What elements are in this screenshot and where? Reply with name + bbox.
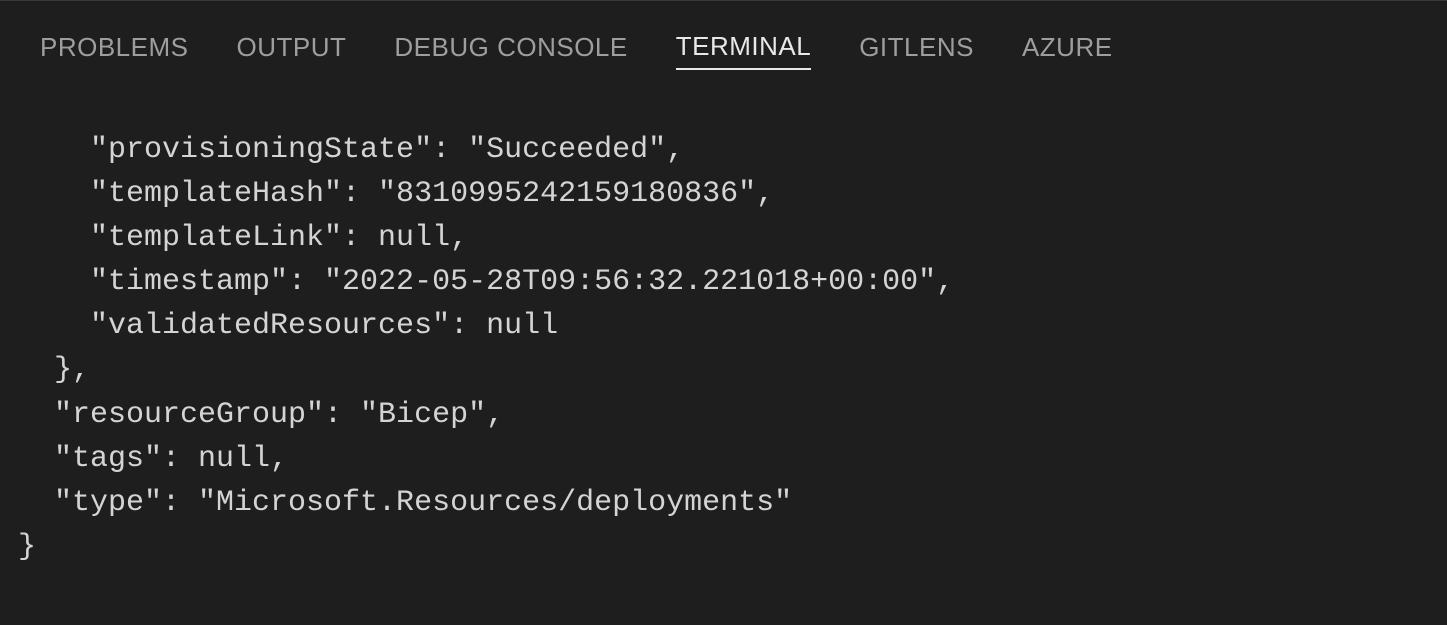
tab-azure[interactable]: AZURE	[1022, 32, 1113, 69]
tab-debug-console[interactable]: DEBUG CONSOLE	[394, 32, 627, 69]
terminal-line: "timestamp": "2022-05-28T09:56:32.221018…	[18, 265, 954, 299]
terminal-line: },	[18, 353, 90, 387]
terminal-line: "templateLink": null,	[18, 221, 468, 255]
terminal-line: "provisioningState": "Succeeded",	[18, 133, 684, 167]
terminal-line: "tags": null,	[18, 442, 288, 476]
terminal-line: "resourceGroup": "Bicep",	[18, 398, 504, 432]
tab-gitlens[interactable]: GITLENS	[859, 32, 974, 69]
terminal-line: "validatedResources": null	[18, 309, 558, 343]
tab-problems[interactable]: PROBLEMS	[40, 32, 189, 69]
terminal-line: }	[18, 530, 36, 564]
terminal-line: "templateHash": "8310995242159180836",	[18, 177, 774, 211]
tab-output[interactable]: OUTPUT	[237, 32, 347, 69]
terminal-line: "type": "Microsoft.Resources/deployments…	[18, 486, 792, 520]
tab-terminal[interactable]: TERMINAL	[676, 31, 811, 70]
panel-tabs: PROBLEMS OUTPUT DEBUG CONSOLE TERMINAL G…	[0, 1, 1447, 88]
terminal-output[interactable]: "provisioningState": "Succeeded", "templ…	[0, 88, 1447, 569]
